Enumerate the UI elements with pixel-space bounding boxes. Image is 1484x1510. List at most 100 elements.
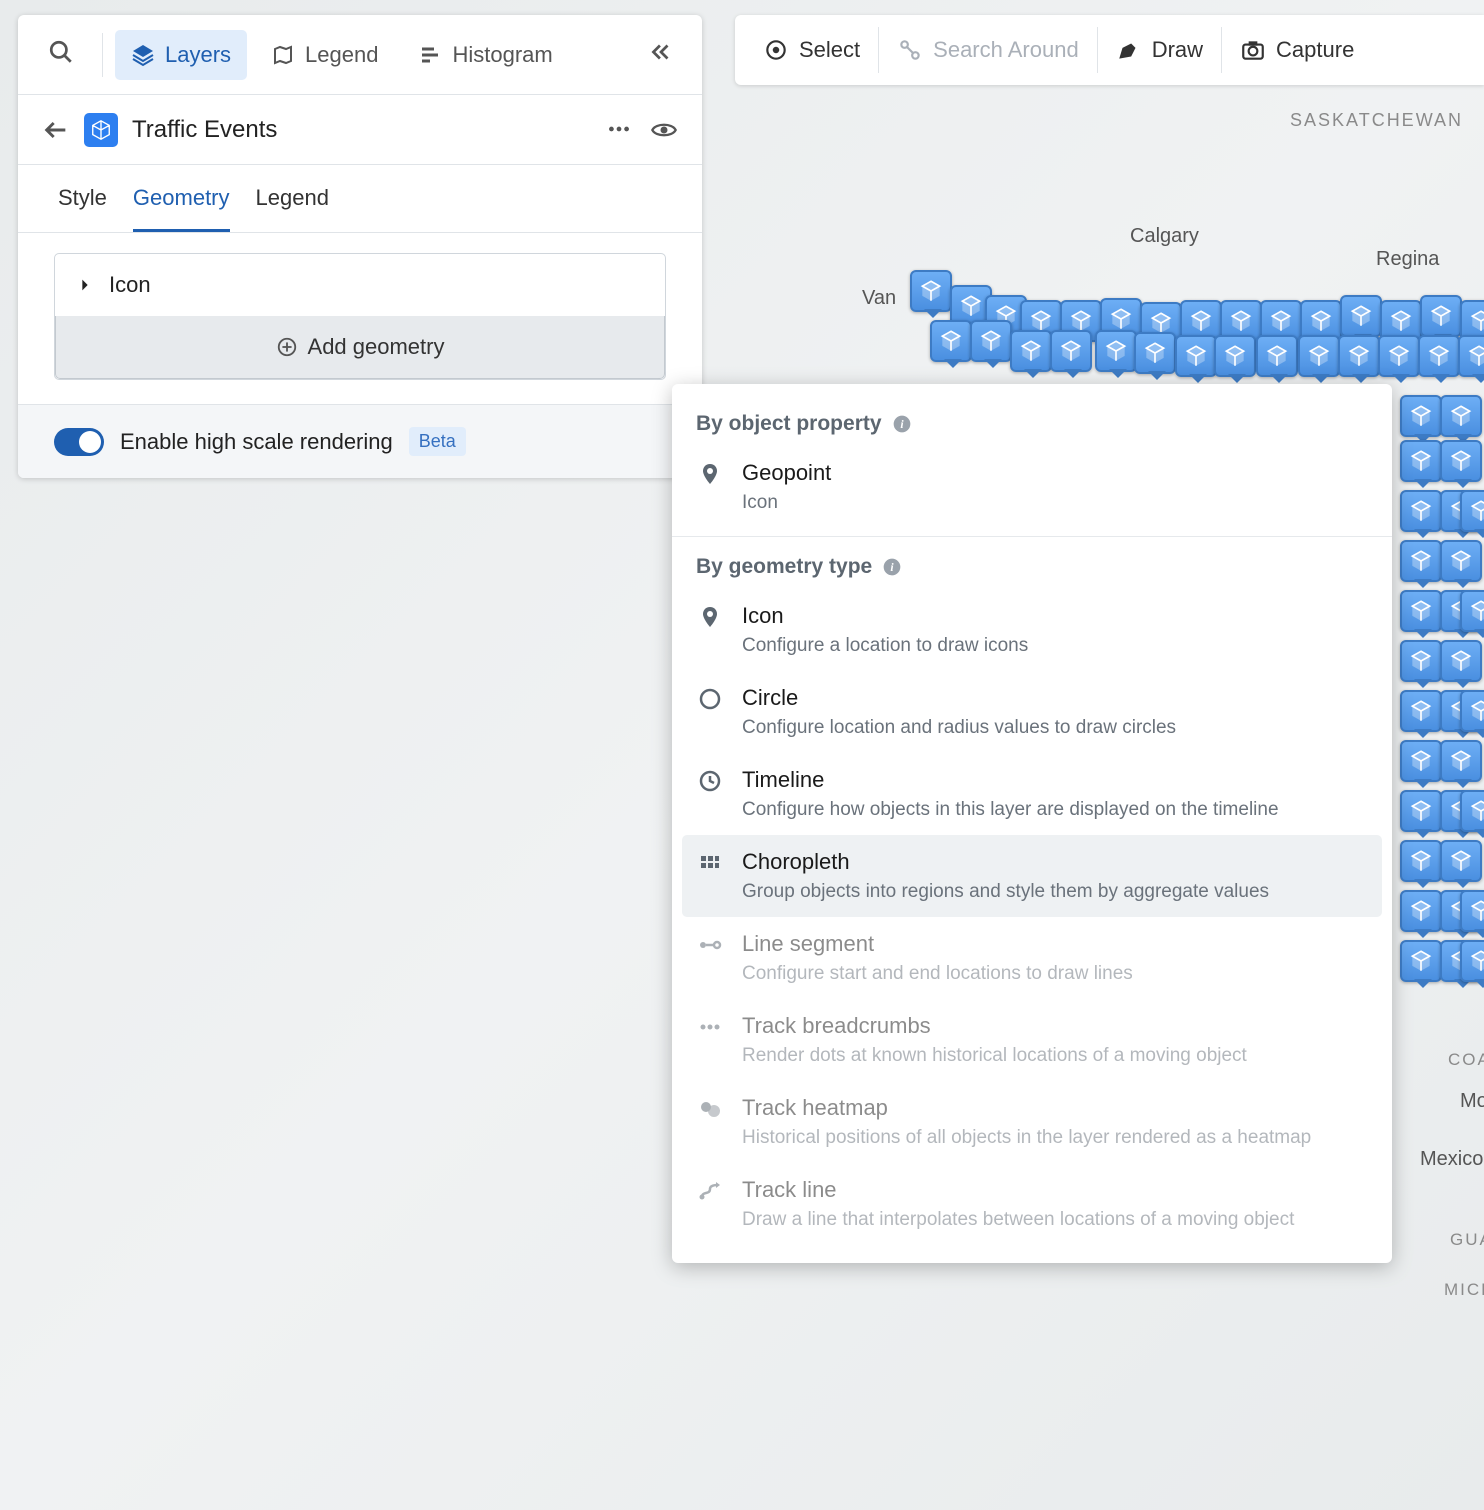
map-marker[interactable]: [1400, 590, 1442, 632]
map-marker[interactable]: [1460, 590, 1484, 632]
map-marker[interactable]: [1460, 940, 1484, 982]
map-marker[interactable]: [1050, 330, 1092, 372]
layer-type-badge: [84, 113, 118, 147]
popover-section-geometry-type: By geometry type i: [672, 545, 1392, 589]
subtab-legend[interactable]: Legend: [256, 185, 329, 232]
map-marker[interactable]: [1400, 790, 1442, 832]
search-around-label: Search Around: [933, 37, 1079, 63]
map-label: Van: [862, 287, 896, 310]
map-marker[interactable]: [1400, 640, 1442, 682]
map-marker[interactable]: [1460, 690, 1484, 732]
map-marker[interactable]: [1418, 335, 1460, 377]
pen-icon: [1116, 37, 1142, 63]
map-label: GUA.: [1450, 1230, 1484, 1250]
high-scale-toggle[interactable]: [54, 428, 104, 456]
map-marker[interactable]: [1440, 540, 1482, 582]
add-geometry-button[interactable]: Add geometry: [55, 316, 665, 379]
popover-item-line-segment: Line segment Configure start and end loc…: [672, 917, 1392, 999]
select-tool[interactable]: Select: [745, 27, 879, 73]
map-marker[interactable]: [1440, 640, 1482, 682]
popover-item-icon[interactable]: Icon Configure a location to draw icons: [672, 589, 1392, 671]
map-marker[interactable]: [1214, 335, 1256, 377]
map-marker[interactable]: [910, 270, 952, 312]
beta-badge: Beta: [409, 427, 466, 456]
chevron-double-left-icon: [648, 39, 674, 65]
map-marker[interactable]: [1440, 440, 1482, 482]
circle-icon: [698, 687, 722, 711]
tab-layers-label: Layers: [165, 42, 231, 68]
map-marker[interactable]: [1298, 335, 1340, 377]
map-marker[interactable]: [1400, 940, 1442, 982]
map-marker[interactable]: [970, 320, 1012, 362]
subtab-geometry[interactable]: Geometry: [133, 185, 230, 232]
map-marker[interactable]: [1338, 335, 1380, 377]
map-marker[interactable]: [1400, 540, 1442, 582]
layers-panel: Layers Legend Histogram Traffic Events: [18, 15, 702, 478]
capture-label: Capture: [1276, 37, 1354, 63]
map-marker[interactable]: [1400, 690, 1442, 732]
map-marker[interactable]: [1400, 840, 1442, 882]
popover-item-timeline[interactable]: Timeline Configure how objects in this l…: [672, 753, 1392, 835]
geometry-section-label: Icon: [109, 272, 151, 298]
map-marker[interactable]: [1400, 490, 1442, 532]
popover-item-track-breadcrumbs: Track breadcrumbs Render dots at known h…: [672, 999, 1392, 1081]
arrow-left-icon: [42, 116, 70, 144]
map-marker[interactable]: [1134, 332, 1176, 374]
plus-circle-icon: [276, 336, 298, 358]
line-icon: [698, 933, 722, 957]
map-marker[interactable]: [1400, 890, 1442, 932]
map-marker[interactable]: [930, 320, 972, 362]
map-marker[interactable]: [1420, 295, 1462, 337]
info-icon[interactable]: i: [882, 557, 902, 577]
tab-histogram-label: Histogram: [452, 42, 552, 68]
tab-legend-label: Legend: [305, 42, 378, 68]
clock-icon: [698, 769, 722, 793]
map-marker[interactable]: [1010, 330, 1052, 372]
popover-item-circle[interactable]: Circle Configure location and radius val…: [672, 671, 1392, 753]
map-marker[interactable]: [1378, 335, 1420, 377]
target-icon: [763, 37, 789, 63]
popover-section-object-property: By object property i: [672, 402, 1392, 446]
route-icon: [698, 1179, 722, 1203]
map-marker[interactable]: [1095, 330, 1137, 372]
map-marker[interactable]: [1440, 395, 1482, 437]
popover-item-track-heatmap: Track heatmap Historical positions of al…: [672, 1081, 1392, 1163]
cube-icon: [90, 119, 112, 141]
map-marker[interactable]: [1256, 335, 1298, 377]
tab-layers[interactable]: Layers: [115, 30, 247, 80]
map-marker[interactable]: [1340, 295, 1382, 337]
dots-icon: [698, 1015, 722, 1039]
popover-item-geopoint[interactable]: Geopoint Icon: [672, 446, 1392, 528]
map-marker[interactable]: [1460, 890, 1484, 932]
map-marker[interactable]: [1400, 740, 1442, 782]
map-label: Regina: [1376, 248, 1439, 271]
draw-tool[interactable]: Draw: [1098, 27, 1222, 73]
search-button[interactable]: [32, 25, 90, 84]
camera-icon: [1240, 37, 1266, 63]
map-marker[interactable]: [1175, 335, 1217, 377]
info-icon[interactable]: i: [892, 414, 912, 434]
more-menu-button[interactable]: [606, 116, 632, 144]
draw-label: Draw: [1152, 37, 1203, 63]
tab-histogram[interactable]: Histogram: [402, 30, 568, 80]
map-marker[interactable]: [1460, 790, 1484, 832]
map-marker[interactable]: [1440, 740, 1482, 782]
pin-icon: [698, 605, 722, 629]
subtab-style[interactable]: Style: [58, 185, 107, 232]
back-button[interactable]: [42, 116, 70, 144]
map-marker[interactable]: [1440, 840, 1482, 882]
popover-item-choropleth[interactable]: Choropleth Group objects into regions an…: [682, 835, 1382, 917]
eye-icon: [650, 116, 678, 144]
geometry-section-icon[interactable]: Icon: [55, 254, 665, 316]
search-around-tool[interactable]: Search Around: [879, 27, 1098, 73]
grid-icon: [698, 851, 722, 875]
map-marker[interactable]: [1460, 490, 1484, 532]
map-label: COA.: [1448, 1050, 1484, 1070]
capture-tool[interactable]: Capture: [1222, 27, 1372, 73]
map-marker[interactable]: [1400, 440, 1442, 482]
collapse-panel-button[interactable]: [634, 29, 688, 80]
map-marker[interactable]: [1458, 335, 1484, 377]
visibility-button[interactable]: [650, 116, 678, 144]
tab-legend[interactable]: Legend: [255, 30, 394, 80]
map-marker[interactable]: [1400, 395, 1442, 437]
